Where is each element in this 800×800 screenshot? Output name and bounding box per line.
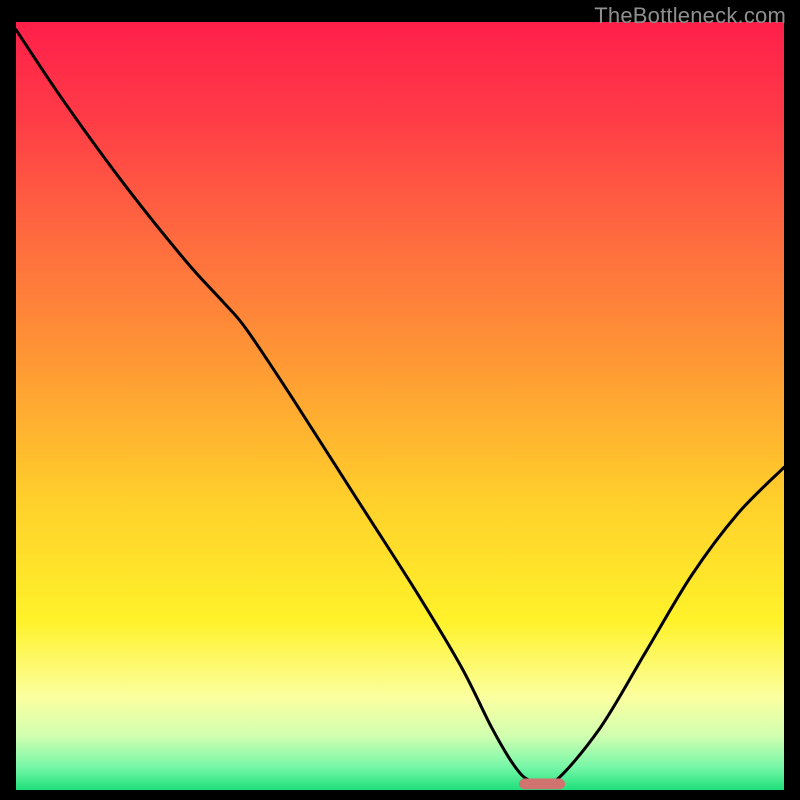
optimal-point-marker [519,779,565,790]
watermark-text: TheBottleneck.com [594,3,786,29]
chart-svg [16,22,784,790]
gradient-background [16,22,784,790]
chart-frame [16,22,784,790]
